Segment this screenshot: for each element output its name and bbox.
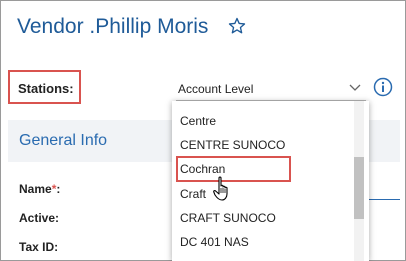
stations-select[interactable]: Account Level <box>178 82 253 96</box>
active-field-label: Active: <box>19 211 60 225</box>
stations-label: Stations: <box>18 81 74 96</box>
section-title: General Info <box>19 132 108 149</box>
dropdown-scrollbar-thumb[interactable] <box>354 157 364 219</box>
name-input-underline[interactable] <box>366 199 400 200</box>
dropdown-option[interactable]: CRAFT SUNOCO <box>180 211 276 225</box>
pointer-hand-icon <box>213 176 228 201</box>
tax-id-field-label: Tax ID: <box>19 240 59 254</box>
dropdown-option[interactable]: Craft <box>180 187 206 201</box>
dropdown-option-hovered[interactable]: Cochran <box>180 162 225 176</box>
dropdown-option[interactable]: DC 401 NAS <box>180 235 249 249</box>
page-title: Vendor .Phillip Moris <box>17 15 209 38</box>
name-field-label: Name*: <box>19 182 60 196</box>
dropdown-option[interactable]: CENTRE SUNOCO <box>180 138 285 152</box>
name-label: Name <box>19 182 52 196</box>
star-outline-icon[interactable] <box>228 17 246 35</box>
stations-dropdown-list[interactable]: Centre CENTRE SUNOCO Cochran Craft CRAFT… <box>172 101 369 261</box>
dropdown-option[interactable]: Centre <box>180 114 216 128</box>
chevron-down-icon[interactable] <box>349 84 361 92</box>
name-colon: : <box>56 182 61 196</box>
info-circle-icon[interactable] <box>373 77 393 97</box>
